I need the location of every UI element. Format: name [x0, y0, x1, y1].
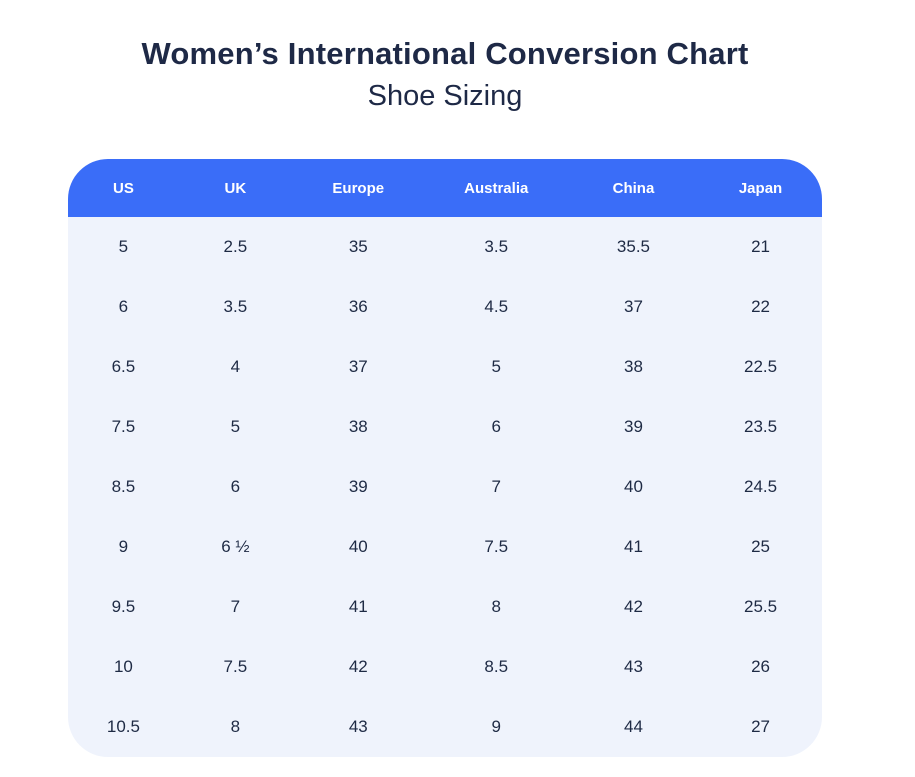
cell-uk: 5: [179, 397, 292, 457]
cell-europe: 42: [292, 637, 425, 697]
cell-japan: 23.5: [699, 397, 822, 457]
cell-uk: 7.5: [179, 637, 292, 697]
cell-uk: 6 ½: [179, 517, 292, 577]
table-row: 9.5 7 41 8 42 25.5: [68, 577, 822, 637]
cell-uk: 3.5: [179, 277, 292, 337]
cell-europe: 39: [292, 457, 425, 517]
cell-uk: 4: [179, 337, 292, 397]
table-body: 5 2.5 35 3.5 35.5 21 6 3.5 36 4.5 37 22 …: [68, 217, 822, 757]
shoe-size-table: US UK Europe Australia China Japan 5 2.5…: [68, 159, 822, 757]
page-title: Women’s International Conversion Chart: [68, 36, 822, 72]
cell-europe: 43: [292, 697, 425, 757]
cell-japan: 22: [699, 277, 822, 337]
cell-japan: 25.5: [699, 577, 822, 637]
cell-uk: 7: [179, 577, 292, 637]
cell-uk: 2.5: [179, 217, 292, 277]
cell-uk: 8: [179, 697, 292, 757]
page-subtitle: Shoe Sizing: [68, 77, 822, 115]
cell-japan: 25: [699, 517, 822, 577]
column-header-china: China: [568, 159, 699, 217]
cell-us: 7.5: [68, 397, 179, 457]
column-header-australia: Australia: [425, 159, 568, 217]
cell-australia: 6: [425, 397, 568, 457]
cell-europe: 35: [292, 217, 425, 277]
cell-australia: 4.5: [425, 277, 568, 337]
cell-uk: 6: [179, 457, 292, 517]
table-row: 9 6 ½ 40 7.5 41 25: [68, 517, 822, 577]
table-row: 5 2.5 35 3.5 35.5 21: [68, 217, 822, 277]
cell-australia: 8.5: [425, 637, 568, 697]
cell-europe: 36: [292, 277, 425, 337]
cell-china: 38: [568, 337, 699, 397]
cell-japan: 26: [699, 637, 822, 697]
cell-japan: 24.5: [699, 457, 822, 517]
column-header-europe: Europe: [292, 159, 425, 217]
cell-us: 10.5: [68, 697, 179, 757]
table-row: 7.5 5 38 6 39 23.5: [68, 397, 822, 457]
cell-australia: 3.5: [425, 217, 568, 277]
cell-europe: 37: [292, 337, 425, 397]
cell-china: 43: [568, 637, 699, 697]
cell-china: 44: [568, 697, 699, 757]
cell-china: 40: [568, 457, 699, 517]
page-container: Women’s International Conversion Chart S…: [68, 0, 822, 757]
title-block: Women’s International Conversion Chart S…: [68, 36, 822, 115]
table-row: 10.5 8 43 9 44 27: [68, 697, 822, 757]
cell-europe: 41: [292, 577, 425, 637]
column-header-us: US: [68, 159, 179, 217]
cell-us: 6.5: [68, 337, 179, 397]
table-row: 10 7.5 42 8.5 43 26: [68, 637, 822, 697]
cell-japan: 27: [699, 697, 822, 757]
cell-us: 9: [68, 517, 179, 577]
table-header: US UK Europe Australia China Japan: [68, 159, 822, 217]
cell-australia: 7.5: [425, 517, 568, 577]
cell-europe: 40: [292, 517, 425, 577]
table-row: 8.5 6 39 7 40 24.5: [68, 457, 822, 517]
cell-australia: 7: [425, 457, 568, 517]
cell-china: 37: [568, 277, 699, 337]
cell-us: 10: [68, 637, 179, 697]
cell-china: 42: [568, 577, 699, 637]
header-row: US UK Europe Australia China Japan: [68, 159, 822, 217]
table-row: 6 3.5 36 4.5 37 22: [68, 277, 822, 337]
cell-europe: 38: [292, 397, 425, 457]
conversion-table: US UK Europe Australia China Japan 5 2.5…: [68, 159, 822, 757]
column-header-uk: UK: [179, 159, 292, 217]
cell-japan: 22.5: [699, 337, 822, 397]
cell-us: 8.5: [68, 457, 179, 517]
cell-us: 9.5: [68, 577, 179, 637]
cell-us: 6: [68, 277, 179, 337]
cell-us: 5: [68, 217, 179, 277]
cell-china: 39: [568, 397, 699, 457]
cell-china: 35.5: [568, 217, 699, 277]
table-row: 6.5 4 37 5 38 22.5: [68, 337, 822, 397]
cell-australia: 5: [425, 337, 568, 397]
cell-japan: 21: [699, 217, 822, 277]
cell-china: 41: [568, 517, 699, 577]
cell-australia: 9: [425, 697, 568, 757]
cell-australia: 8: [425, 577, 568, 637]
column-header-japan: Japan: [699, 159, 822, 217]
